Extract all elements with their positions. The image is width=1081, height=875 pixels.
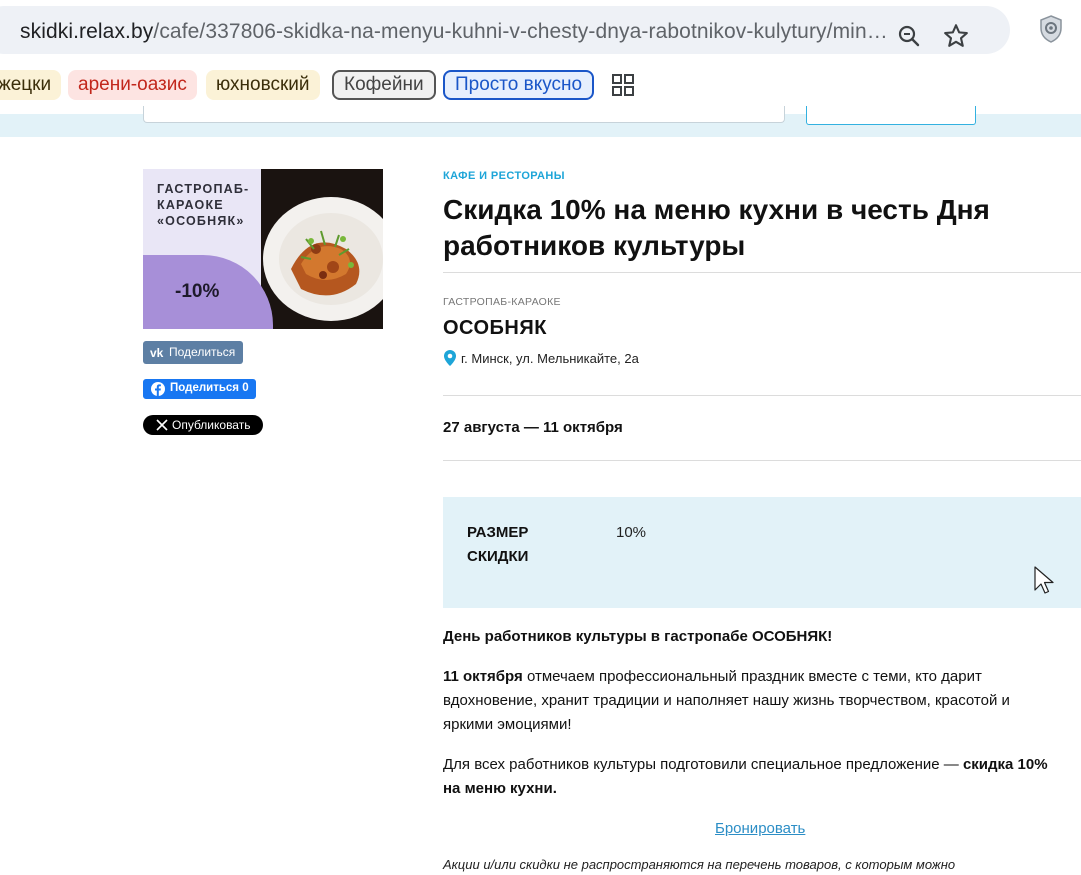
url-host: skidki.relax.by [20,20,154,43]
apps-grid-icon[interactable] [612,74,634,96]
offer-paragraph: Для всех работников культуры подготовили… [443,753,1063,801]
svg-text:vk: vk [150,346,164,359]
chip-3[interactable]: юхновский [206,70,320,100]
page-title: Скидка 10% на меню кухни в честь Дня раб… [443,194,990,261]
discount-value: 10% [616,524,647,541]
search-input[interactable] [143,106,785,123]
promo-caption: ГАСТРОПАБ- КАРАОКЕ «ОСОБНЯК» [157,181,249,229]
discount-label: РАЗМЕР СКИДКИ [467,524,529,565]
intro-paragraph: День работников культуры в гастропабе ОС… [443,625,1063,649]
offer-text: Для всех работников культуры подготовили… [443,756,963,773]
mouse-cursor-icon [1034,566,1054,596]
fb-share-label: Поделиться 0 [170,382,249,394]
x-post-button[interactable]: Опубликовать [143,415,263,435]
divider [443,460,1081,461]
fb-share-button[interactable]: Поделиться 0 [143,379,256,399]
vk-icon: vk [150,345,166,362]
address: г. Минск, ул. Мельникайте, 2а [461,351,639,366]
address-bar[interactable]: skidki.relax.by/cafe/337806-skidka-na-me… [0,6,1010,54]
discount-info-box: РАЗМЕР СКИДКИ 10% [443,497,1081,608]
disclaimer: Акции и/или скидки не распространяются н… [443,857,956,872]
promo-image: ГАСТРОПАБ- КАРАОКЕ «ОСОБНЯК» -10% [143,169,383,329]
intro-text: День работников культуры в гастропабе ОС… [443,628,833,645]
header-button[interactable] [806,106,976,125]
body-text: отмечаем профессиональный праздник вмест… [443,668,1010,733]
place-name[interactable]: ОСОБНЯК [443,317,547,340]
place-type: ГАСТРОПАБ-КАРАОКЕ [443,296,561,308]
category-label[interactable]: КАФЕ И РЕСТОРАНЫ [443,170,565,182]
body-paragraph: 11 октября отмечаем профессиональный пра… [443,665,1063,737]
x-post-label: Опубликовать [172,418,251,432]
divider [443,272,1081,273]
location-pin-icon [444,350,456,366]
food-plate-image [261,169,383,329]
divider [443,395,1081,396]
extension-shield-icon[interactable] [1038,14,1064,44]
promo-line: «ОСОБНЯК» [157,214,245,228]
facebook-icon [151,382,165,399]
zoom-icon[interactable] [897,24,921,48]
chip-4[interactable]: Кофейни [332,70,436,100]
promo-line: КАРАОКЕ [157,198,224,212]
star-icon[interactable] [942,22,970,50]
site-header-strip [0,106,1081,137]
promo-dates: 27 августа — 11 октября [443,419,623,436]
promo-line: ГАСТРОПАБ- [157,182,250,196]
chip-1[interactable]: жецки [0,70,62,100]
x-logo-icon [156,419,168,434]
promo-discount: -10% [175,281,220,302]
url-text[interactable]: skidki.relax.by/cafe/337806-skidka-na-me… [20,20,888,44]
vk-share-label: Поделиться [169,345,236,359]
book-link[interactable]: Бронировать [715,820,805,837]
vk-share-button[interactable]: vk Поделиться [143,341,243,364]
chip-5[interactable]: Просто вкусно [443,70,595,100]
url-path: /cafe/337806-skidka-na-menyu-kuhni-v-che… [153,20,888,43]
date-highlight: 11 октября [443,668,523,685]
chip-2[interactable]: арени-оазис [68,70,197,100]
